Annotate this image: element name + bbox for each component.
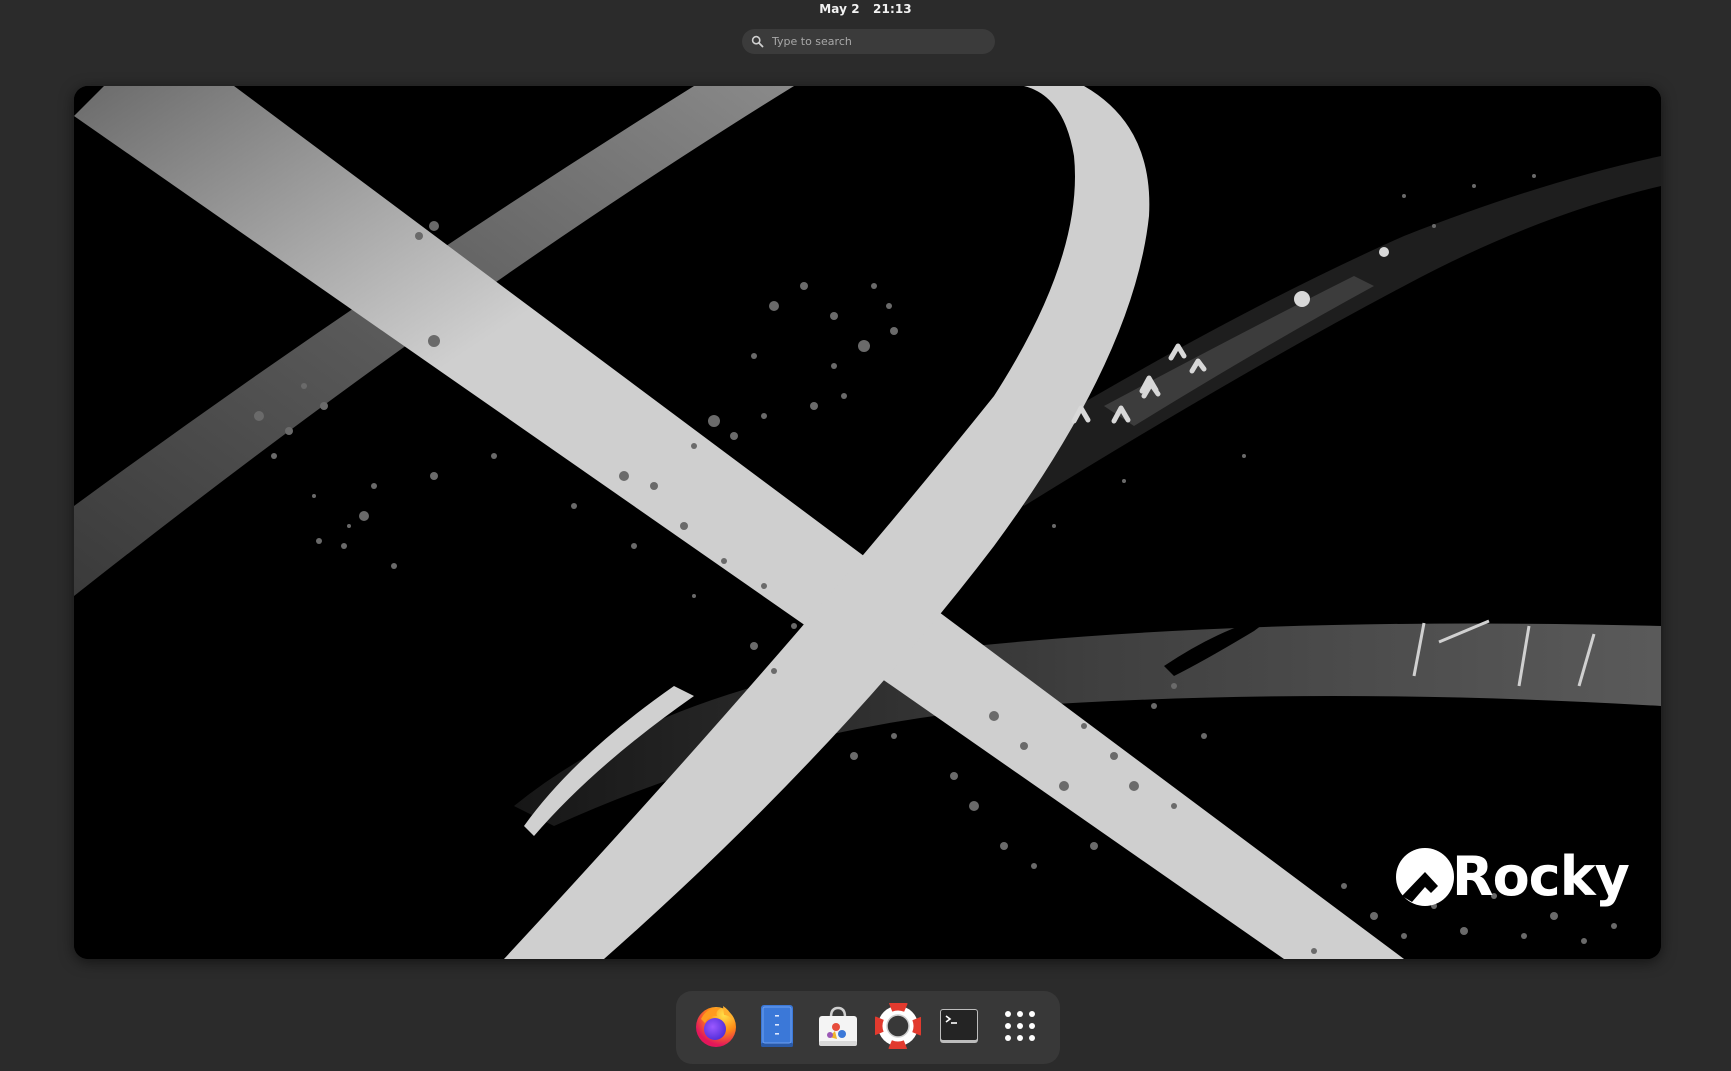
dash-item-firefox[interactable] — [690, 1002, 742, 1054]
wallpaper — [74, 86, 1661, 959]
dash-item-terminal[interactable] — [933, 1002, 985, 1054]
clock-date: May 2 — [819, 2, 860, 16]
workspace-thumbnail[interactable]: Rocky — [74, 86, 1661, 959]
rocky-logo-text: Rocky — [1452, 845, 1630, 908]
rocky-logo-icon — [1394, 846, 1456, 908]
firefox-icon — [693, 1003, 739, 1053]
terminal-icon — [938, 1005, 980, 1051]
software-icon — [815, 1003, 861, 1053]
search-bar[interactable] — [742, 29, 995, 54]
dash-item-files[interactable] — [751, 1002, 803, 1054]
files-icon — [757, 1003, 797, 1053]
clock-time: 21:13 — [873, 2, 912, 16]
top-bar: May 2 21:13 — [0, 0, 1731, 18]
search-icon — [751, 35, 764, 48]
rocky-logo: Rocky — [1394, 844, 1634, 910]
clock[interactable]: May 2 21:13 — [819, 2, 912, 16]
dash-item-help[interactable] — [872, 1001, 924, 1054]
dash-item-show-apps[interactable] — [994, 1002, 1046, 1054]
dash — [676, 991, 1060, 1064]
help-icon — [873, 1001, 923, 1053]
app-grid-icon — [1003, 1009, 1037, 1047]
search-input[interactable] — [772, 35, 982, 48]
dash-item-software[interactable] — [812, 1002, 864, 1054]
